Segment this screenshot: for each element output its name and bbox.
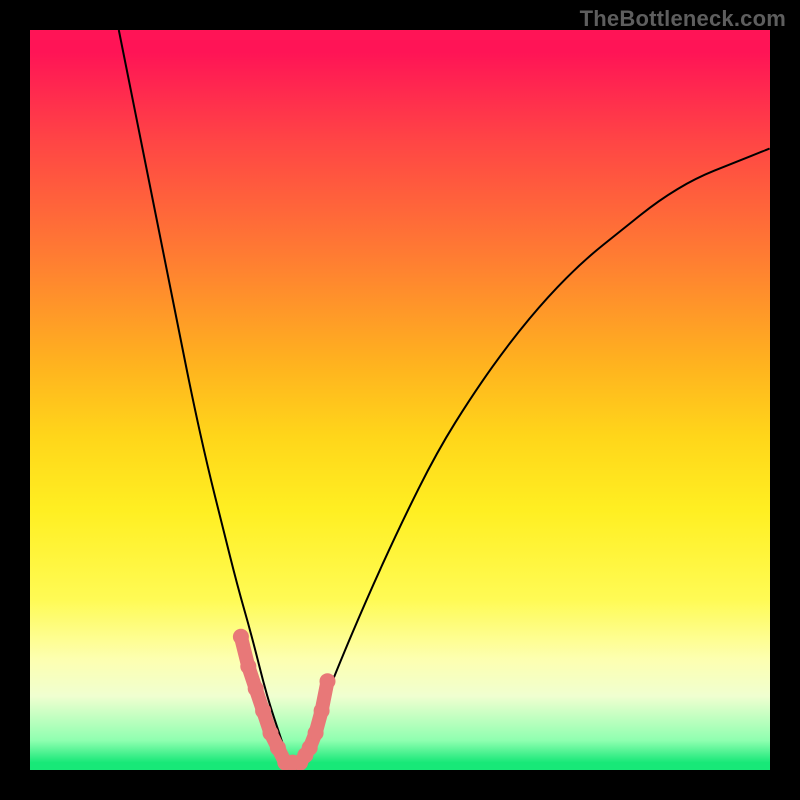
bottleneck-curve (119, 30, 770, 763)
watermark-text: TheBottleneck.com (580, 6, 786, 32)
chart-plot-area (30, 30, 770, 770)
highlight-dot (320, 673, 336, 689)
highlight-dots-group (233, 629, 336, 770)
chart-svg (30, 30, 770, 770)
